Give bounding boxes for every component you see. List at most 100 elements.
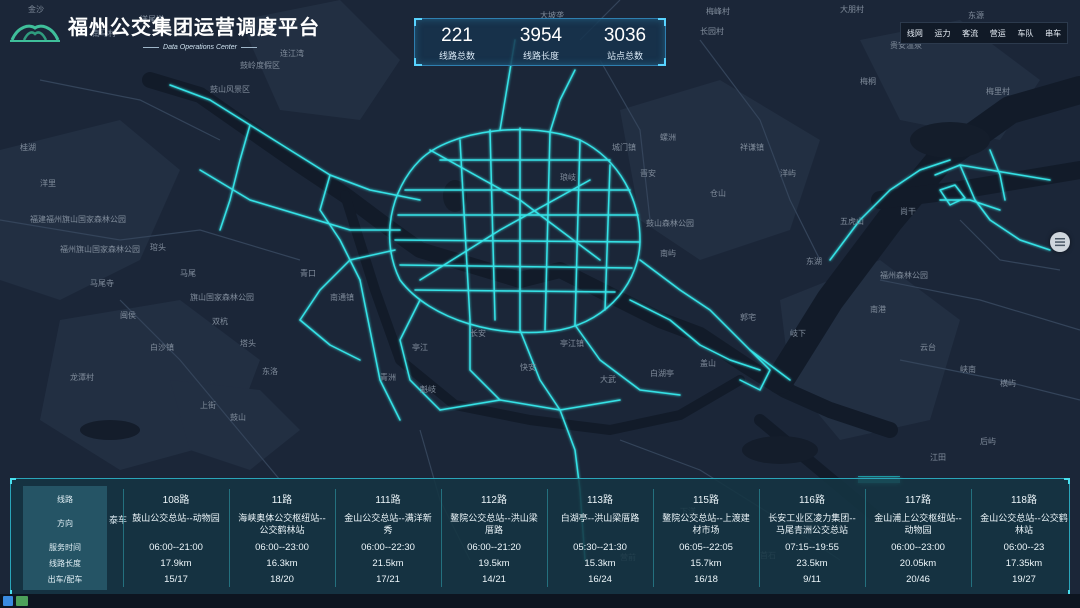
map-place-label: 快安 — [520, 362, 536, 372]
route-name: 113路 — [587, 495, 613, 506]
map-place-label: 岐下 — [790, 328, 806, 338]
route-column[interactable]: 112路 鳌院公交总站--洪山梁厝路 06:00--21:20 19.5km 14/21 — [441, 479, 547, 597]
menu-item-fleet[interactable]: 车队 — [1017, 28, 1033, 39]
map-place-label: 大武 — [600, 374, 616, 384]
route-length: 17.35km — [1005, 558, 1043, 569]
menu-item-network[interactable]: 线网 — [907, 28, 923, 39]
map-place-label: 龙潭村 — [70, 372, 94, 382]
map-place-label: 东源 — [968, 10, 984, 20]
route-column[interactable]: 115路 鳌院公交总站--上渡建材市场 06:05--22:05 15.7km 16/1… — [653, 479, 759, 597]
row-header-direction: 方向 — [57, 519, 73, 528]
map-place-label: 上街 — [200, 400, 216, 410]
map-place-label: 福建福州旗山国家森林公园 — [30, 214, 126, 224]
page-title: 福州公交集团运营调度平台 — [68, 15, 320, 39]
route-column[interactable]: 108路鼓山公交总站--动物园 06:00--21:00 17.9km 15/17 — [123, 479, 229, 597]
route-vehicles: 20/46 — [906, 574, 930, 585]
map-place-label: 郭宅 — [740, 312, 756, 322]
route-service-time: 06:00--23:00 — [255, 542, 309, 553]
route-direction: 金山公交总站--满洋新秀 — [344, 514, 432, 536]
route-column[interactable]: 11路 海峡奥体公交枢纽站--公交鹤林站 06:00--23:00 16.3km 18/… — [229, 479, 335, 597]
route-direction: 鼓山公交总站--动物园 — [132, 514, 220, 524]
map-place-label: 旗山国家森林公园 — [190, 292, 254, 302]
row-header-route: 线路 — [57, 495, 73, 504]
route-column[interactable]: 118路 金山公交总站--公交鹤林站 06:00--23 17.35km 19/27 — [971, 479, 1077, 597]
map-place-label: 洋里 — [40, 178, 56, 188]
route-name: 115路 — [693, 495, 719, 506]
map-place-label: 长园村 — [700, 26, 724, 36]
map-place-label: 马尾 — [180, 269, 196, 278]
map-place-label: 仓山 — [710, 188, 726, 198]
route-vehicles: 9/11 — [803, 574, 821, 585]
map-place-label: 东洛 — [262, 366, 278, 376]
route-name: 116路 — [799, 495, 825, 506]
map-place-label: 横屿 — [1000, 378, 1016, 388]
row-header-length: 线路长度 — [49, 559, 81, 568]
stat-value: 3036 — [603, 25, 647, 46]
route-name: 111路 — [375, 495, 401, 506]
map-place-label: 亭江镇 — [560, 338, 584, 348]
route-direction: 金山浦上公交枢纽站--动物园 — [874, 514, 962, 536]
route-column[interactable]: 113路 白湖亭--洪山梁厝路 05:30--21:30 15.3km 16/24 — [547, 479, 653, 597]
map-place-label: 大朋村 — [840, 4, 864, 14]
route-name: 108路 — [162, 495, 190, 506]
map-place-label: 后屿 — [980, 436, 996, 446]
route-column[interactable]: 111路 金山公交总站--满洋新秀 06:00--22:30 21.5km 17/21 — [335, 479, 441, 597]
route-vehicles: 15/17 — [164, 574, 188, 585]
map-place-label: 洋屿 — [780, 168, 796, 178]
stat-value: 3954 — [519, 25, 563, 46]
map-place-label: 鼓山森林公园 — [646, 218, 694, 228]
route-vehicles: 16/24 — [588, 574, 612, 585]
map-place-label: 亭江 — [412, 342, 428, 352]
map-place-label: 马尾寺 — [90, 279, 114, 288]
map-place-label: 云台 — [920, 342, 936, 352]
map-place-label: 福州森林公园 — [880, 270, 928, 280]
menu-item-capacity[interactable]: 运力 — [934, 28, 950, 39]
divider — [240, 46, 257, 48]
panel-corner — [10, 478, 16, 484]
route-service-time: 06:00--23 — [1003, 542, 1045, 553]
map-place-label: 琯头 — [150, 242, 166, 252]
stat-station-count: 3036 站点总数 — [585, 25, 665, 64]
menu-item-bunching[interactable]: 串车 — [1045, 28, 1061, 39]
map-place-label: 梅里村 — [986, 86, 1010, 96]
map-place-label: 白湖亭 — [650, 368, 674, 378]
map-place-label: 青洲 — [380, 372, 396, 382]
menu-item-operations[interactable]: 营运 — [990, 28, 1006, 39]
stat-label: 线路总数 — [438, 52, 475, 62]
route-column[interactable]: 117路金山浦上公交枢纽站--动物园 06:00--23:00 20.05km 20/… — [865, 479, 971, 597]
map-place-label: 鼓山 — [230, 412, 246, 422]
scroll-track — [858, 476, 900, 477]
route-length: 20.05km — [899, 558, 937, 569]
row-header-column: 线路 方向 服务时间 线路长度 出车/配车 — [23, 486, 107, 590]
map-place-label: 桂湖 — [20, 142, 36, 152]
route-service-time: 06:00--23:00 — [891, 542, 945, 553]
route-service-time: 06:00--22:30 — [361, 542, 415, 553]
route-service-time: 05:30--21:30 — [573, 542, 627, 553]
map-place-label: 梅峰村 — [706, 6, 730, 16]
route-direction: 金山公交总站--公交鹤林站 — [980, 514, 1068, 536]
route-length: 17.9km — [160, 558, 192, 569]
app-icon[interactable] — [16, 596, 28, 606]
route-length: 23.5km — [796, 558, 828, 569]
stat-label: 线路长度 — [522, 52, 559, 62]
route-vehicles: 17/21 — [376, 574, 400, 585]
map-place-label: 鼓岭度假区 — [240, 60, 280, 70]
map-place-label: 螺洲 — [660, 132, 676, 142]
stat-route-length: 3954 线路长度 — [501, 25, 581, 64]
route-name: 117路 — [905, 495, 931, 506]
route-service-time: 06:00--21:00 — [149, 542, 203, 553]
route-column[interactable]: 116路 长安工业区凌力集团--马尾青洲公交总站 07:15--19:55 23.5k… — [759, 479, 865, 597]
route-length: 15.3km — [584, 558, 616, 569]
route-direction: 海峡奥体公交枢纽站--公交鹤林站 — [238, 514, 326, 536]
map-place-label: 五虎山 — [840, 216, 864, 226]
side-menu-button[interactable] — [1050, 232, 1070, 252]
map-place-label: 长安 — [470, 328, 486, 338]
window-icon[interactable] — [3, 596, 13, 606]
map-place-label: 金沙 — [28, 4, 44, 14]
route-length: 19.5km — [478, 558, 510, 569]
route-vehicles: 16/18 — [694, 574, 718, 585]
logo-icon — [10, 24, 60, 42]
map-place-label: 南屿 — [660, 248, 676, 258]
menu-item-passenger-flow[interactable]: 客流 — [962, 28, 978, 39]
map-place-label: 福州旗山国家森林公园 — [60, 244, 140, 254]
